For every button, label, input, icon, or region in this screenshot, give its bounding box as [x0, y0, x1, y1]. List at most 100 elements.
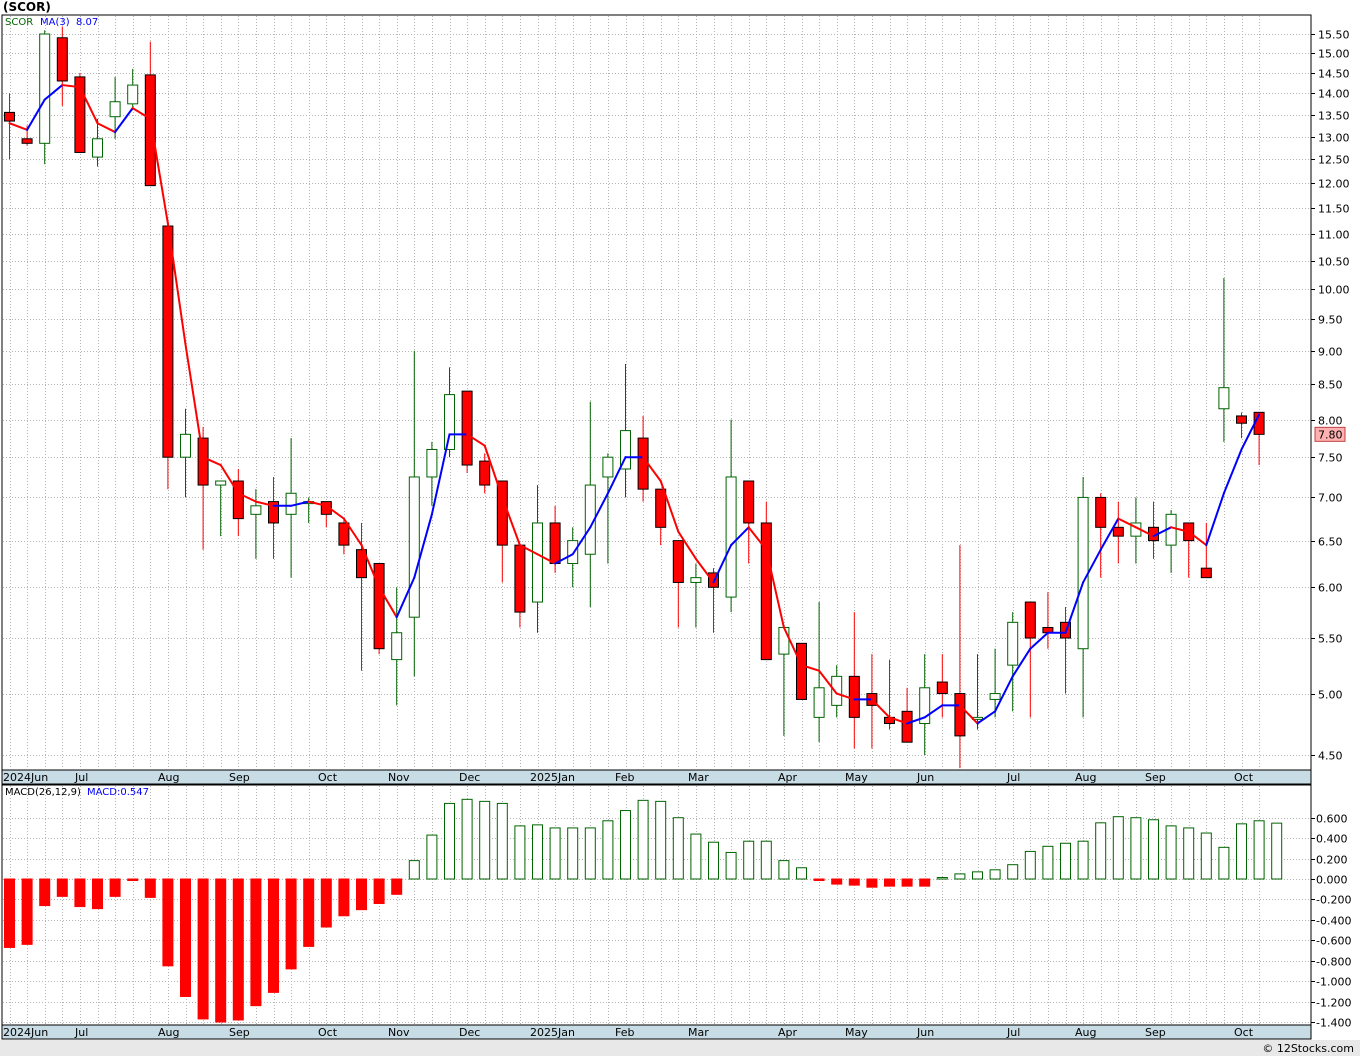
macd-bar-positive [1236, 823, 1247, 880]
macd-bar-positive [426, 834, 438, 880]
macd-legend: MACD(26,12,9) MACD:0.547 [5, 787, 149, 798]
x-tick-label: Jun [916, 1026, 934, 1039]
macd-bar-negative [39, 878, 51, 907]
price-y-tick-label: 6.50 [1318, 536, 1343, 549]
price-y-tick-label: 14.50 [1318, 68, 1350, 81]
candle-down [373, 562, 385, 650]
candle-down [848, 675, 860, 718]
price-y-tick-label: 11.50 [1318, 203, 1350, 216]
x-tick-label: 2024Jun [3, 1026, 48, 1039]
macd-bar-negative [285, 878, 297, 970]
macd-bar-positive [549, 827, 561, 880]
macd-bar-positive [796, 867, 807, 880]
candle-up [180, 433, 191, 458]
price-y-tick-label: 6.00 [1318, 582, 1343, 595]
candle-down [197, 437, 209, 486]
x-tick-label: Oct [1234, 771, 1254, 784]
x-tick-label: Feb [615, 771, 634, 784]
macd-y-tick-label: -1.400 [1316, 1017, 1351, 1030]
x-tick-label: Feb [615, 1026, 634, 1039]
candle-up [285, 492, 297, 515]
macd-y-tick-label: -0.200 [1316, 894, 1351, 907]
candle-up [92, 138, 103, 158]
macd-bar-positive [989, 869, 1001, 880]
candle-up [1077, 496, 1089, 650]
x-tick-label: Oct [318, 1026, 338, 1039]
macd-bar-positive [444, 802, 455, 880]
price-y-tick-label: 5.00 [1318, 689, 1343, 702]
legend-ma-label: MA(3) [40, 17, 70, 28]
macd-bar-positive [461, 798, 473, 880]
macd-bar-positive [1112, 816, 1124, 880]
macd-bar-negative [232, 878, 244, 1021]
x-tick-label: 2025Jan [530, 771, 575, 784]
x-tick-label: Aug [1075, 771, 1096, 784]
macd-bar-positive [1148, 819, 1159, 880]
macd-bar-negative [109, 878, 121, 897]
macd-bar-negative [373, 878, 385, 905]
x-tick-label: Apr [778, 1026, 798, 1039]
x-tick-label: Sep [1145, 1026, 1166, 1039]
candle-up [602, 456, 614, 478]
candle-down [56, 37, 68, 82]
candle-down [1095, 496, 1107, 528]
price-y-tick-label: 4.50 [1318, 750, 1343, 763]
candle-up [408, 476, 420, 618]
legend-ma-value: 8.07 [76, 17, 98, 28]
macd-bar-positive [1007, 864, 1019, 880]
x-tick-label: Mar [688, 771, 709, 784]
x-tick-label: Dec [459, 1026, 480, 1039]
macd-bar-positive [725, 851, 737, 880]
macd-bar-positive [1200, 832, 1212, 880]
macd-bar-positive [620, 810, 631, 880]
price-y-tick-label: 13.00 [1318, 132, 1350, 145]
candle-up [1218, 387, 1230, 410]
candle-down [21, 138, 33, 144]
macd-y-tick-label: 0.000 [1316, 874, 1348, 887]
macd-y-tick-label: -1.000 [1316, 976, 1351, 989]
macd-bar-positive [567, 827, 579, 880]
candle-down [461, 390, 473, 466]
candle-up [532, 522, 543, 603]
macd-bar-positive [672, 817, 684, 880]
macd-bar-positive [708, 841, 719, 880]
macd-bar-negative [127, 878, 139, 881]
price-y-tick-label: 12.50 [1318, 154, 1350, 167]
macd-bar-positive [637, 799, 649, 880]
macd-bar-positive [1183, 827, 1195, 880]
price-y-tick-label: 9.50 [1318, 314, 1343, 327]
candle-up [725, 476, 737, 598]
price-y-tick-label: 11.00 [1318, 229, 1350, 242]
macd-bar-positive [655, 800, 667, 880]
price-panel [1, 14, 1312, 771]
macd-bar-negative [197, 878, 209, 1020]
stock-chart: 15.50 15.00 14.50 14.00 13.50 13.00 12.50 12.00… [0, 14, 1360, 1056]
macd-bar-positive [514, 825, 526, 880]
x-tick-label: 2024Jun [3, 771, 48, 784]
macd-bar-negative [250, 878, 262, 1007]
macd-bar-negative [848, 878, 860, 886]
macd-bar-positive [1077, 840, 1089, 880]
macd-bar-positive [496, 802, 508, 880]
macd-bar-negative [320, 878, 332, 928]
macd-bar-negative [74, 878, 86, 908]
candle-up [1007, 621, 1019, 666]
macd-bar-positive [1271, 822, 1283, 880]
macd-bar-negative [144, 878, 156, 898]
macd-bar-positive [690, 833, 702, 880]
macd-bar-negative [919, 878, 931, 887]
macd-bar-positive [479, 800, 491, 880]
candle-up [39, 33, 51, 144]
macd-bar-negative [831, 878, 843, 885]
footer-bar [0, 1040, 1360, 1056]
macd-bar-negative [162, 878, 174, 967]
macd-bar-negative [356, 878, 367, 911]
x-tick-label: Jul [1006, 771, 1020, 784]
x-tick-label: Sep [229, 771, 250, 784]
macd-bar-negative [56, 878, 68, 897]
price-y-tick-label: 13.50 [1318, 110, 1350, 123]
candle-up [109, 101, 121, 118]
legend-macd-value: MACD:0.547 [87, 787, 149, 798]
x-tick-label: Oct [318, 771, 338, 784]
candle-down [936, 681, 948, 695]
